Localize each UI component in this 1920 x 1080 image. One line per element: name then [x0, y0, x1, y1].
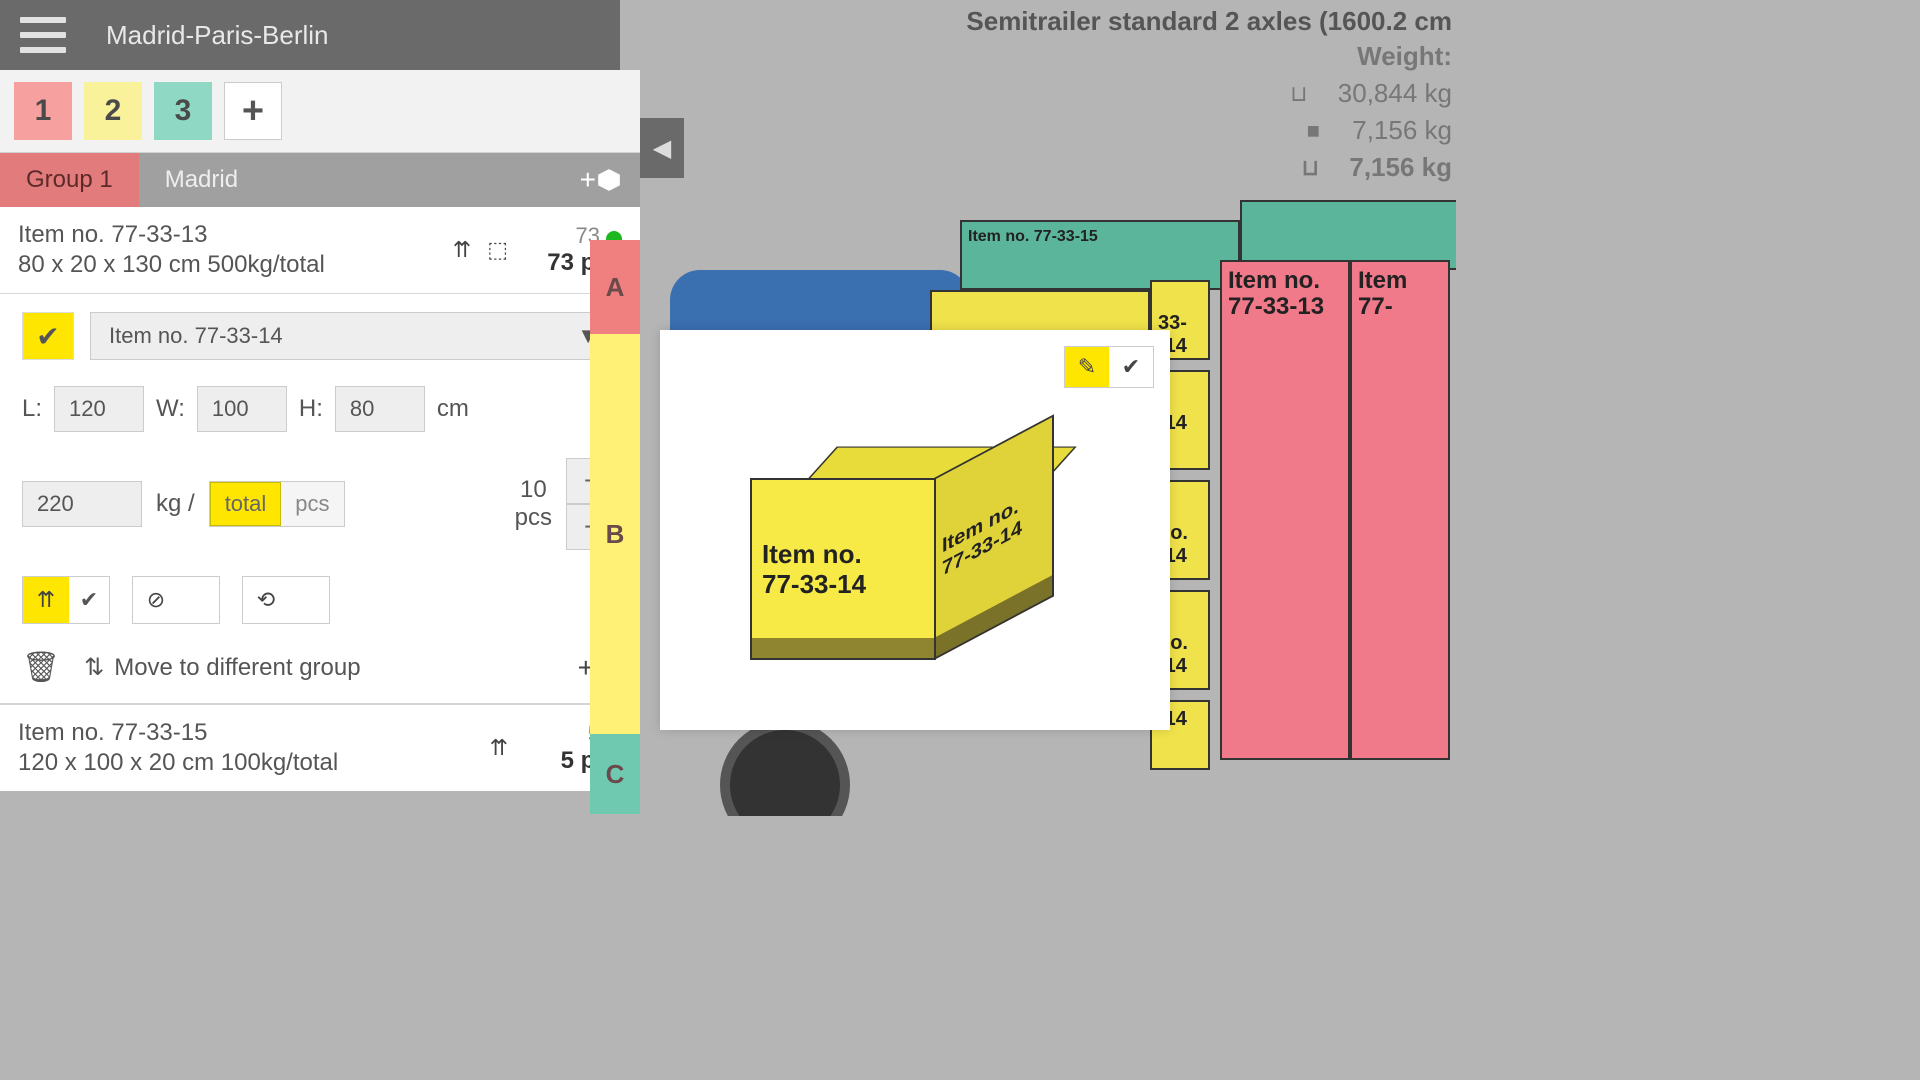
strip-b[interactable]: B	[590, 334, 640, 734]
weight-line-load: ■ 7,156 kg	[966, 115, 1452, 146]
weight-input[interactable]	[22, 481, 142, 527]
weight-mode-toggle[interactable]: total pcs	[209, 481, 345, 527]
weight-line-total: ⊔ 7,156 kg	[966, 152, 1452, 183]
group-color-strip: A B C	[590, 240, 640, 814]
load-icon: ■	[1298, 118, 1328, 144]
kg-label: kg /	[156, 490, 195, 518]
length-label: L:	[22, 395, 42, 423]
move-group-button[interactable]: ⇅ Move to different group	[84, 653, 360, 682]
width-input[interactable]	[197, 386, 287, 432]
collapse-panel-button[interactable]: ◀	[640, 118, 684, 178]
group-tab-madrid[interactable]: Madrid	[139, 153, 264, 207]
move-icon: ⇅	[84, 653, 104, 682]
app-header: Madrid-Paris-Berlin	[0, 0, 620, 70]
delete-button[interactable]: 🗑	[22, 650, 60, 685]
this-way-up-icon: ⇈	[490, 735, 508, 761]
item-name-select[interactable]: Item no. 77-33-14 ▼	[90, 312, 618, 360]
flag-unchecked	[179, 577, 219, 623]
confirm-preview-button[interactable]: ✔	[1109, 347, 1153, 387]
cm-unit: cm	[437, 395, 469, 423]
item-dims: 120 x 100 x 20 cm 100kg/total	[18, 749, 490, 777]
route-title: Madrid-Paris-Berlin	[106, 20, 329, 51]
item-preview-card: ✎ ✔ Item no.77-33-14 Item no.77-33-14	[660, 330, 1170, 730]
item-title: Item no. 77-33-13	[18, 221, 453, 249]
box-3d-preview[interactable]: Item no.77-33-14 Item no.77-33-14	[750, 410, 1070, 690]
item-row-c[interactable]: Item no. 77-33-15 120 x 100 x 20 cm 100k…	[0, 705, 640, 791]
total-icon: ⊔	[1295, 155, 1325, 181]
item-edit-panel: ✔ Item no. 77-33-14 ▼ L: W: H: cm kg / t…	[0, 294, 640, 705]
box-front-face: Item no.77-33-14	[750, 478, 936, 658]
menu-icon[interactable]	[20, 17, 66, 53]
vehicle-info: Semitrailer standard 2 axles (1600.2 cm …	[966, 6, 1452, 183]
left-panel: 1 2 3 + Group 1 Madrid + Item no. 77-33-…	[0, 70, 640, 791]
rotatable-toggle[interactable]: ⟲	[242, 576, 330, 624]
load-tab-2[interactable]: 2	[84, 82, 142, 140]
item-row-a[interactable]: Item no. 77-33-13 80 x 20 x 130 cm 500kg…	[0, 207, 640, 294]
strip-c[interactable]: C	[590, 734, 640, 814]
height-input[interactable]	[335, 386, 425, 432]
group-tabs: Group 1 Madrid +	[0, 153, 640, 207]
preview-toolbar: ✎ ✔	[1064, 346, 1154, 388]
add-load-button[interactable]: +	[224, 82, 282, 140]
add-item-icon[interactable]: +	[580, 164, 622, 196]
qty-display: 10 pcs	[515, 476, 552, 532]
item-dims: 80 x 20 x 130 cm 500kg/total	[18, 251, 453, 279]
load-tab-1[interactable]: 1	[14, 82, 72, 140]
flag-checked: ✔	[69, 577, 109, 623]
item-title: Item no. 77-33-15	[18, 719, 490, 747]
confirm-check-button[interactable]: ✔	[22, 312, 74, 360]
cargo-box-pink: Item no.77-33-13	[1220, 260, 1350, 760]
box-pallet-front	[750, 638, 936, 660]
weight-label: Weight:	[966, 41, 1452, 72]
truck-wheel	[720, 720, 850, 816]
axle-icon: ⊔	[1284, 81, 1314, 107]
toggle-pcs[interactable]: pcs	[281, 482, 343, 526]
group-tab-active[interactable]: Group 1	[0, 153, 139, 207]
cargo-box-pink: Item77-	[1350, 260, 1450, 760]
this-way-up-toggle[interactable]: ⇈ ✔	[22, 576, 110, 624]
item-flags: ⇈ ⬚	[453, 237, 508, 263]
load-tabs-row: 1 2 3 +	[0, 70, 640, 153]
toggle-total[interactable]: total	[210, 482, 282, 526]
vehicle-title: Semitrailer standard 2 axles (1600.2 cm	[966, 6, 1452, 37]
this-way-up-icon: ⇈	[23, 577, 69, 623]
height-label: H:	[299, 395, 323, 423]
item-flags: ⇈	[490, 735, 508, 761]
length-input[interactable]	[54, 386, 144, 432]
strip-a[interactable]: A	[590, 240, 640, 334]
non-stackable-toggle[interactable]: ⊘	[132, 576, 220, 624]
flag-unchecked	[289, 577, 329, 623]
stackable-icon: ⬚	[487, 237, 508, 263]
this-way-up-icon: ⇈	[453, 237, 471, 263]
load-tab-3[interactable]: 3	[154, 82, 212, 140]
edit-color-button[interactable]: ✎	[1065, 347, 1109, 387]
non-stackable-icon: ⊘	[133, 577, 179, 623]
width-label: W:	[156, 395, 185, 423]
weight-line-capacity: ⊔ 30,844 kg	[966, 78, 1452, 109]
rotatable-icon: ⟲	[243, 577, 289, 623]
